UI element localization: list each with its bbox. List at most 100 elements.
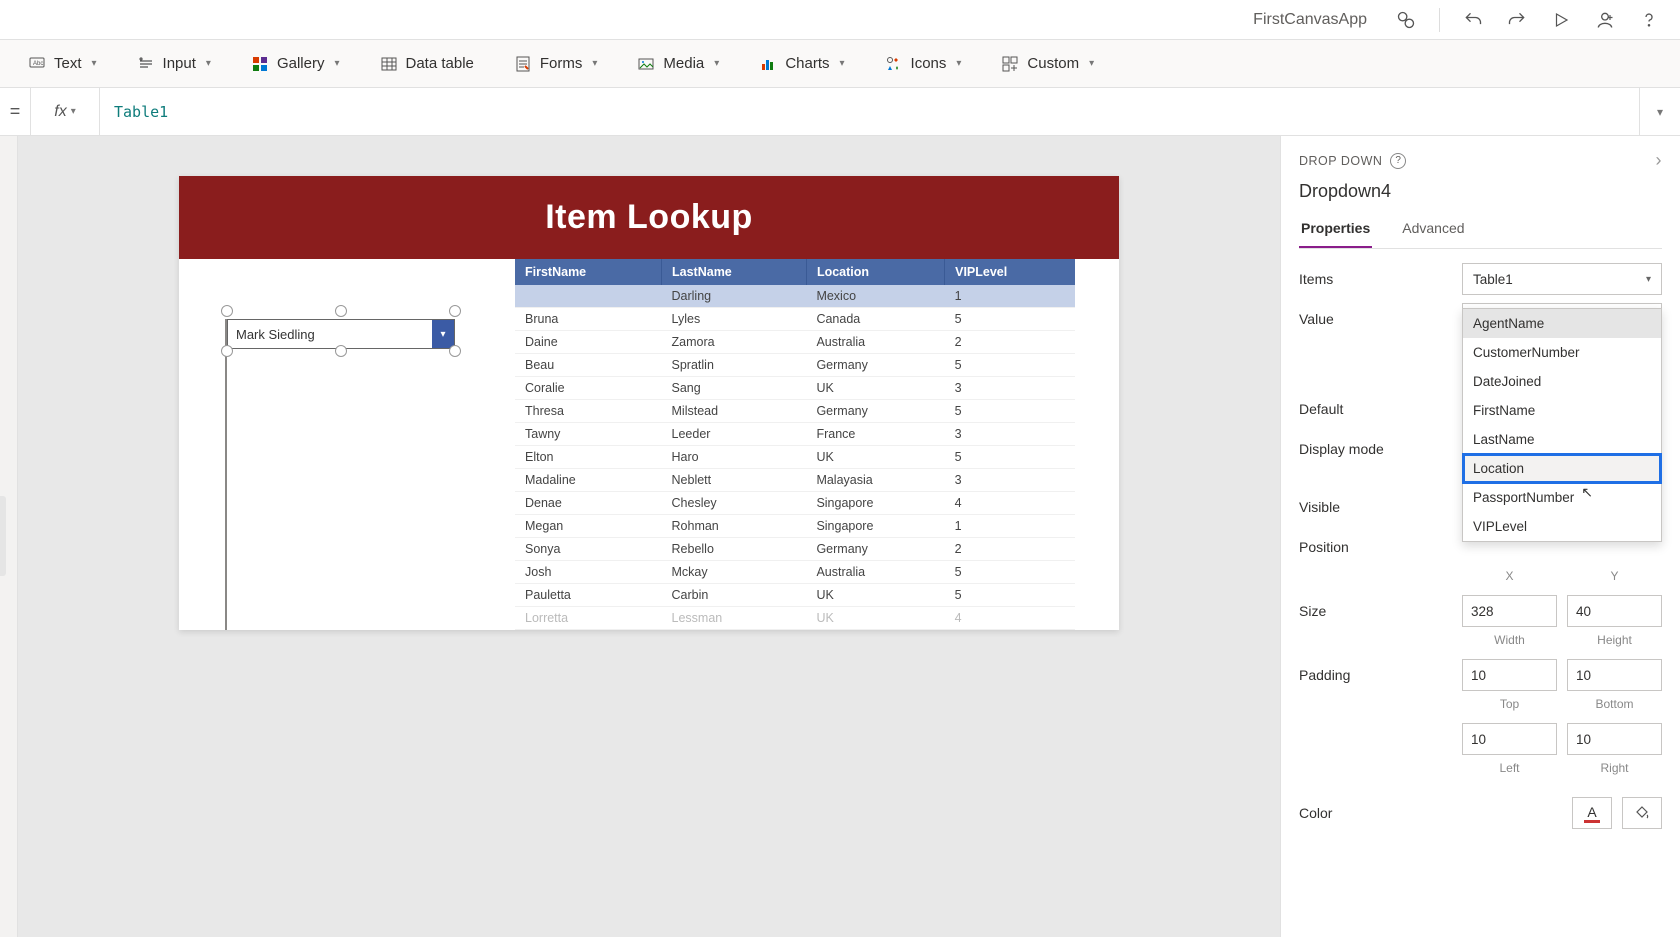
table-row[interactable]: EltonHaroUK5 — [515, 446, 1075, 469]
resize-handle[interactable] — [449, 305, 461, 317]
ribbon-media[interactable]: Media▾ — [637, 55, 719, 73]
tab-properties[interactable]: Properties — [1299, 214, 1372, 248]
chevron-down-icon: ▾ — [956, 58, 961, 69]
chevron-down-icon: ▾ — [71, 106, 76, 117]
properties-panel: DROP DOWN? › Dropdown4 Properties Advanc… — [1280, 136, 1680, 937]
column-header[interactable]: LastName — [662, 259, 807, 285]
ribbon-input[interactable]: Input▾ — [137, 55, 211, 73]
health-icon[interactable] — [1395, 9, 1417, 31]
main-area: Item Lookup Mark Siedling ▾ — [0, 136, 1680, 937]
table-row[interactable]: DarlingMexico1 — [515, 285, 1075, 308]
table-row[interactable]: DenaeChesleySingapore4 — [515, 492, 1075, 515]
ribbon-text[interactable]: AbcText▾ — [28, 55, 97, 73]
panel-tabs: Properties Advanced — [1299, 214, 1662, 249]
ribbon-text-label: Text — [54, 55, 82, 72]
icons-icon — [885, 55, 903, 73]
x-label: X — [1462, 569, 1557, 583]
formula-input[interactable]: Table1 — [100, 88, 1640, 135]
expand-formula-icon[interactable]: ▾ — [1640, 105, 1680, 119]
dropdown-option[interactable]: PassportNumber — [1463, 483, 1661, 512]
gallery-icon — [251, 55, 269, 73]
left-label: Left — [1462, 761, 1557, 775]
divider — [1439, 8, 1440, 32]
chevron-down-icon: ▾ — [1646, 274, 1651, 285]
charts-icon — [759, 55, 777, 73]
redo-icon[interactable] — [1506, 9, 1528, 31]
table-row[interactable]: ThresaMilsteadGermany5 — [515, 400, 1075, 423]
table-row[interactable]: BrunaLylesCanada5 — [515, 308, 1075, 331]
ribbon-gallery[interactable]: Gallery▾ — [251, 55, 340, 73]
ribbon: AbcText▾ Input▾ Gallery▾ Data table Form… — [0, 40, 1680, 88]
dropdown-option[interactable]: FirstName — [1463, 396, 1661, 425]
column-header[interactable]: Location — [806, 259, 944, 285]
table-row[interactable]: MadalineNeblettMalayasia3 — [515, 469, 1075, 492]
table-row[interactable]: SonyaRebelloGermany2 — [515, 538, 1075, 561]
banner-title: Item Lookup — [179, 176, 1119, 259]
title-bar: FirstCanvasApp — [0, 0, 1680, 40]
table-row[interactable]: CoralieSangUK3 — [515, 377, 1075, 400]
svg-text:Abc: Abc — [33, 61, 43, 67]
help-icon[interactable] — [1638, 9, 1660, 31]
ribbon-custom[interactable]: Custom▾ — [1001, 55, 1094, 73]
table-row[interactable]: MeganRohmanSingapore1 — [515, 515, 1075, 538]
media-icon — [637, 55, 655, 73]
prop-items-label: Items — [1299, 271, 1462, 287]
data-table: FirstNameLastNameLocationVIPLevel Darlin… — [515, 259, 1075, 630]
play-icon[interactable] — [1550, 9, 1572, 31]
resize-handle[interactable] — [335, 305, 347, 317]
table-row[interactable]: TawnyLeederFrance3 — [515, 423, 1075, 446]
padding-bottom-input[interactable]: 10 — [1567, 659, 1662, 691]
resize-handle[interactable] — [449, 345, 461, 357]
dropdown-control-wrapper: Mark Siedling ▾ — [227, 319, 455, 630]
share-icon[interactable] — [1594, 9, 1616, 31]
fx-button[interactable]: fx▾ — [30, 88, 100, 135]
help-icon[interactable]: ? — [1390, 153, 1406, 169]
font-color-button[interactable]: A — [1572, 797, 1612, 829]
padding-top-input[interactable]: 10 — [1462, 659, 1557, 691]
table-row[interactable]: LorrettaLessmanUK4 — [515, 607, 1075, 630]
forms-icon — [514, 55, 532, 73]
value-dropdown-menu: ↖ AgentNameCustomerNumberDateJoinedFirst… — [1462, 308, 1662, 542]
resize-handle[interactable] — [221, 305, 233, 317]
chevron-right-icon[interactable]: › — [1656, 150, 1663, 171]
table-icon — [380, 55, 398, 73]
fill-color-button[interactable] — [1622, 797, 1662, 829]
dropdown-option[interactable]: LastName — [1463, 425, 1661, 454]
ribbon-icons[interactable]: Icons▾ — [885, 55, 962, 73]
undo-icon[interactable] — [1462, 9, 1484, 31]
control-type-label: DROP DOWN — [1299, 154, 1382, 168]
panel-header: DROP DOWN? › — [1299, 150, 1662, 171]
padding-left-input[interactable]: 10 — [1462, 723, 1557, 755]
table-row[interactable]: BeauSpratlinGermany5 — [515, 354, 1075, 377]
column-header[interactable]: FirstName — [515, 259, 662, 285]
dropdown-option[interactable]: AgentName — [1463, 309, 1661, 338]
ribbon-forms[interactable]: Forms▾ — [514, 55, 598, 73]
ribbon-charts[interactable]: Charts▾ — [759, 55, 844, 73]
resize-handle[interactable] — [221, 345, 233, 357]
items-dropdown[interactable]: Table1▾ — [1462, 263, 1662, 295]
right-label: Right — [1567, 761, 1662, 775]
column-header[interactable]: VIPLevel — [945, 259, 1075, 285]
top-label: Top — [1462, 697, 1557, 711]
prop-value-label: Value — [1299, 311, 1462, 327]
table-row[interactable]: JoshMckayAustralia5 — [515, 561, 1075, 584]
table-row[interactable]: PaulettaCarbinUK5 — [515, 584, 1075, 607]
chevron-down-icon: ▾ — [334, 58, 339, 69]
ribbon-charts-label: Charts — [785, 55, 829, 72]
dropdown-option[interactable]: Location — [1463, 454, 1661, 483]
resize-handle[interactable] — [335, 345, 347, 357]
dropdown-option[interactable]: CustomerNumber — [1463, 338, 1661, 367]
ribbon-datatable[interactable]: Data table — [380, 55, 474, 73]
ribbon-custom-label: Custom — [1027, 55, 1079, 72]
prop-color-label: Color — [1299, 805, 1462, 821]
ribbon-media-label: Media — [663, 55, 704, 72]
tab-advanced[interactable]: Advanced — [1400, 214, 1466, 248]
panel-handle[interactable] — [0, 496, 6, 576]
dropdown-option[interactable]: DateJoined — [1463, 367, 1661, 396]
padding-right-input[interactable]: 10 — [1567, 723, 1662, 755]
height-input[interactable]: 40 — [1567, 595, 1662, 627]
ribbon-input-label: Input — [163, 55, 196, 72]
width-input[interactable]: 328 — [1462, 595, 1557, 627]
table-row[interactable]: DaineZamoraAustralia2 — [515, 331, 1075, 354]
dropdown-option[interactable]: VIPLevel — [1463, 512, 1661, 541]
